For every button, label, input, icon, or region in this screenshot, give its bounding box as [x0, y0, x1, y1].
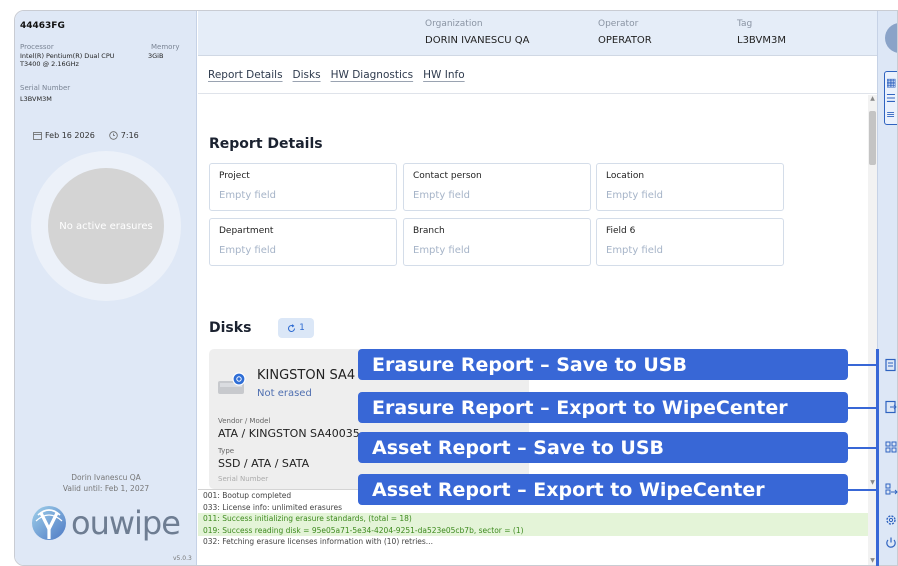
- version: v5.0.3: [173, 555, 192, 562]
- time-text: 7:16: [120, 131, 139, 140]
- field-location[interactable]: Location Empty field: [596, 163, 784, 211]
- asset-report-export-icon[interactable]: [884, 482, 898, 496]
- tab-hw-info[interactable]: HW Info: [423, 69, 465, 81]
- refresh-disks-button[interactable]: 1: [278, 318, 314, 338]
- asset-report-usb-icon[interactable]: [884, 440, 898, 454]
- organization-value: DORIN IVANESCU QA: [425, 35, 530, 46]
- field-label: Department: [219, 226, 274, 236]
- callout-erasure-wipecenter: Erasure Report – Export to WipeCenter: [358, 392, 848, 423]
- processor-value-2: T3400 @ 2.16GHz: [20, 60, 79, 68]
- field-value: Empty field: [413, 190, 471, 201]
- device-id: 44463FG: [20, 21, 65, 31]
- operator-value: OPERATOR: [598, 35, 652, 46]
- serial-label: Serial Number: [20, 84, 71, 92]
- vendor-label: Vendor / Model: [218, 417, 271, 425]
- scroll-thumb[interactable]: [869, 111, 876, 165]
- detail-view-icon[interactable]: ≡: [886, 108, 897, 122]
- type-label: Type: [218, 447, 235, 455]
- processor-value-1: Intel(R) Pentium(R) Dual CPU: [20, 52, 115, 60]
- type-value: SSD / ATA / SATA: [218, 457, 310, 470]
- field-project[interactable]: Project Empty field: [209, 163, 397, 211]
- field-label: Project: [219, 171, 250, 181]
- tag-value: L3BVM3M: [737, 35, 786, 46]
- date: Feb 16 2026: [33, 131, 95, 140]
- organization: Organization DORIN IVANESCU QA: [425, 19, 529, 46]
- log-line: 032: Fetching erasure licenses informati…: [203, 537, 433, 546]
- field-value: Empty field: [606, 190, 664, 201]
- datetime: Feb 16 2026 7:16: [33, 131, 139, 140]
- connector-line: [848, 364, 876, 366]
- view-switcher: ▦ ☰ ≡: [884, 71, 897, 125]
- clock-icon: [109, 131, 118, 140]
- grid-view-icon[interactable]: ▦: [886, 76, 897, 90]
- license-validity: Valid until: Feb 1, 2027: [62, 484, 150, 493]
- refresh-icon: [288, 323, 296, 332]
- tab-disks[interactable]: Disks: [293, 69, 321, 81]
- main-content: Report Details Project Empty field Conta…: [198, 95, 868, 489]
- power-icon[interactable]: [884, 536, 898, 550]
- serial-label: Serial Number: [218, 475, 269, 483]
- owner-name: Dorin Ivanescu QA: [71, 473, 141, 482]
- callout-asset-usb: Asset Report – Save to USB: [358, 432, 848, 463]
- operator-label: Operator: [598, 19, 639, 29]
- memory-value: 3GiB: [148, 52, 164, 60]
- erasure-status: No active erasures: [48, 168, 164, 284]
- field-value: Empty field: [413, 245, 471, 256]
- operator: Operator OPERATOR: [598, 19, 652, 46]
- organization-label: Organization: [425, 19, 483, 29]
- fingerprint-logo-icon: [32, 506, 66, 540]
- field-value: Empty field: [219, 190, 277, 201]
- time: 7:16: [109, 131, 139, 140]
- field-label: Branch: [413, 226, 445, 236]
- field-6[interactable]: Field 6 Empty field: [596, 218, 784, 266]
- hard-drive-icon: [218, 372, 246, 394]
- header-bar: Organization DORIN IVANESCU QA Operator …: [198, 11, 877, 56]
- erasure-report-usb-icon[interactable]: [884, 358, 898, 372]
- log-line: 011: Success initializing erasure standa…: [198, 513, 868, 525]
- serial-value: L3BVM3M: [20, 95, 52, 103]
- log-line: 019: Success reading disk = 95e05a71-5e3…: [198, 524, 868, 536]
- report-details-title: Report Details: [209, 136, 323, 152]
- brand-logo: ouwipe: [29, 501, 181, 545]
- list-view-icon[interactable]: ☰: [886, 92, 897, 106]
- section-tabs: Report Details Disks HW Diagnostics HW I…: [198, 56, 877, 94]
- disk-name: KINGSTON SA4: [257, 368, 356, 383]
- disk-status: Not erased: [257, 388, 312, 399]
- erasure-report-export-icon[interactable]: [884, 400, 898, 414]
- settings-gear-icon[interactable]: [884, 513, 898, 527]
- calendar-icon: [33, 132, 42, 140]
- vendor-value: ATA / KINGSTON SA40035: [218, 427, 360, 440]
- field-value: Empty field: [219, 245, 277, 256]
- processor-label: Processor: [20, 43, 54, 51]
- field-branch[interactable]: Branch Empty field: [403, 218, 591, 266]
- field-label: Contact person: [413, 171, 482, 181]
- tab-hw-diagnostics[interactable]: HW Diagnostics: [331, 69, 414, 81]
- date-text: Feb 16 2026: [45, 131, 95, 140]
- callout-erasure-usb: Erasure Report – Save to USB: [358, 349, 848, 380]
- field-label: Field 6: [606, 226, 636, 236]
- field-department[interactable]: Department Empty field: [209, 218, 397, 266]
- connector-line: [848, 489, 876, 491]
- disks-title: Disks: [209, 320, 252, 336]
- user-avatar[interactable]: [885, 23, 897, 53]
- tag: Tag L3BVM3M: [737, 19, 786, 46]
- field-label: Location: [606, 171, 645, 181]
- tab-report-details[interactable]: Report Details: [208, 69, 283, 81]
- connector-line: [848, 447, 876, 449]
- erasure-progress-ring: No active erasures: [31, 151, 181, 301]
- device-sidebar: 44463FG Processor Memory Intel(R) Pentiu…: [15, 11, 197, 565]
- disk-count: 1: [299, 323, 305, 333]
- callout-asset-wipecenter: Asset Report – Export to WipeCenter: [358, 474, 848, 505]
- field-contact-person[interactable]: Contact person Empty field: [403, 163, 591, 211]
- callout-bracket: [876, 349, 879, 566]
- scroll-up-icon[interactable]: ▲: [868, 95, 877, 102]
- memory-label: Memory: [151, 43, 180, 51]
- tag-label: Tag: [737, 19, 753, 29]
- logo-text: ouwipe: [71, 504, 181, 542]
- field-value: Empty field: [606, 245, 664, 256]
- connector-line: [848, 407, 876, 409]
